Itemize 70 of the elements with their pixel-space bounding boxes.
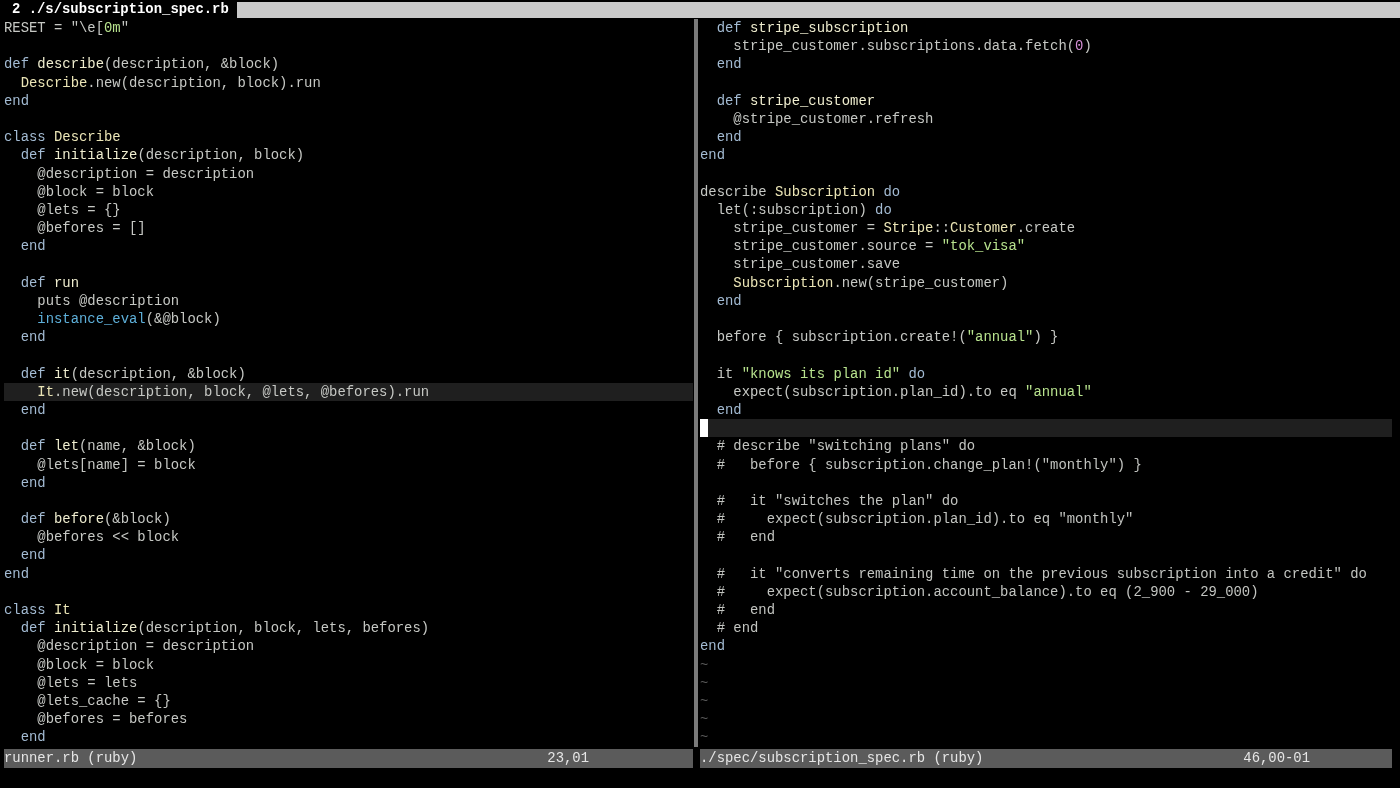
code-line: stripe_customer.source = "tok_visa" <box>732 237 1027 256</box>
code-line: end <box>715 55 743 74</box>
code-line: ~ <box>700 655 710 674</box>
code-line: def initialize(description, block) <box>19 146 306 165</box>
code-line: def let(name, &block) <box>19 437 197 456</box>
cursor-position: 46,00-01 <box>1243 749 1310 768</box>
code-line: end <box>715 128 743 147</box>
cursor-position: 23,01 <box>547 749 589 768</box>
code-line: @befores = [] <box>36 219 147 238</box>
code-line: class Describe <box>4 128 122 147</box>
code-line: @description = description <box>36 164 256 183</box>
code-line: end <box>19 473 47 492</box>
code-line: # end <box>715 528 777 547</box>
code-line: @befores << block <box>36 528 181 547</box>
code-line: ~ <box>700 710 710 729</box>
code-line: @lets[name] = block <box>36 455 197 474</box>
code-line: end <box>700 146 726 165</box>
code-line: # before { subscription.change_plan!("monthly") } <box>715 455 1143 474</box>
code-line: def stripe_customer <box>715 91 877 110</box>
code-line: class It <box>4 601 72 620</box>
code-line: describe Subscription do <box>700 182 902 201</box>
code-line: puts @description <box>36 291 181 310</box>
code-line: end <box>19 400 47 420</box>
code-line: end <box>19 237 47 256</box>
code-line: end <box>4 564 30 583</box>
code-line: def stripe_subscription <box>715 19 910 38</box>
code-line: end <box>19 328 47 347</box>
code-line: # it "switches the plan" do <box>715 491 960 511</box>
code-line: expect(subscription.plan_id).to eq "annual" <box>732 382 1093 401</box>
code-line: end <box>19 546 47 565</box>
status-file-name: ./spec/subscription_spec.rb (ruby) <box>700 749 984 768</box>
text-cursor <box>700 419 708 438</box>
code-line: def initialize(description, block, lets, befores) <box>19 619 431 638</box>
code-line: def describe(description, &block) <box>4 55 281 74</box>
code-line: @lets_cache = {} <box>36 691 172 711</box>
code-line: ~ <box>700 728 710 747</box>
code-line: # describe "switching plans" do <box>715 437 977 456</box>
code-line: def run <box>19 273 81 292</box>
code-line: stripe_customer.save <box>732 255 902 274</box>
status-file-name: runner.rb (ruby) <box>4 749 138 768</box>
code-line: end <box>4 91 30 110</box>
code-line: it "knows its plan id" do <box>715 364 927 383</box>
code-line: Subscription.new(stripe_customer) <box>732 273 1010 292</box>
code-line: # it "converts remaining time on the previous subscription into a credit" do <box>715 564 1368 583</box>
code-line: @lets = lets <box>36 673 139 692</box>
code-line: Describe.new(description, block).run <box>19 73 322 92</box>
code-line: stripe_customer = Stripe::Customer.create <box>732 219 1077 238</box>
code-line: def before(&block) <box>19 510 172 529</box>
code-line: instance_eval(&@block) <box>36 310 222 329</box>
code-line: # end <box>715 619 760 638</box>
code-line: before { subscription.create!("annual") } <box>715 328 1060 347</box>
code-line: end <box>715 400 743 420</box>
code-line: @stripe_customer.refresh <box>732 109 935 129</box>
code-line: RESET = "\e[0m" <box>4 19 131 38</box>
code-line: # expect(subscription.account_balance).to eq (2_900 - 29_000) <box>715 582 1260 601</box>
code-line: ~ <box>700 691 710 711</box>
code-line: end <box>715 291 743 310</box>
code-line: end <box>700 637 726 656</box>
code-line: stripe_customer.subscriptions.data.fetch(0) <box>732 37 1093 56</box>
code-line: let(:subscription) do <box>715 200 893 220</box>
code-line: end <box>19 728 47 747</box>
code-line: @befores = befores <box>36 710 189 729</box>
code-line: ~ <box>700 673 710 692</box>
code-line: @block = block <box>36 182 156 201</box>
code-line: @lets = {} <box>36 200 122 220</box>
code-line: # expect(subscription.plan_id).to eq "monthly" <box>715 510 1135 529</box>
code-line: def it(description, &block) <box>19 364 247 383</box>
code-line: @description = description <box>36 637 256 656</box>
code-line: # end <box>715 601 777 620</box>
code-line: @block = block <box>36 655 156 674</box>
